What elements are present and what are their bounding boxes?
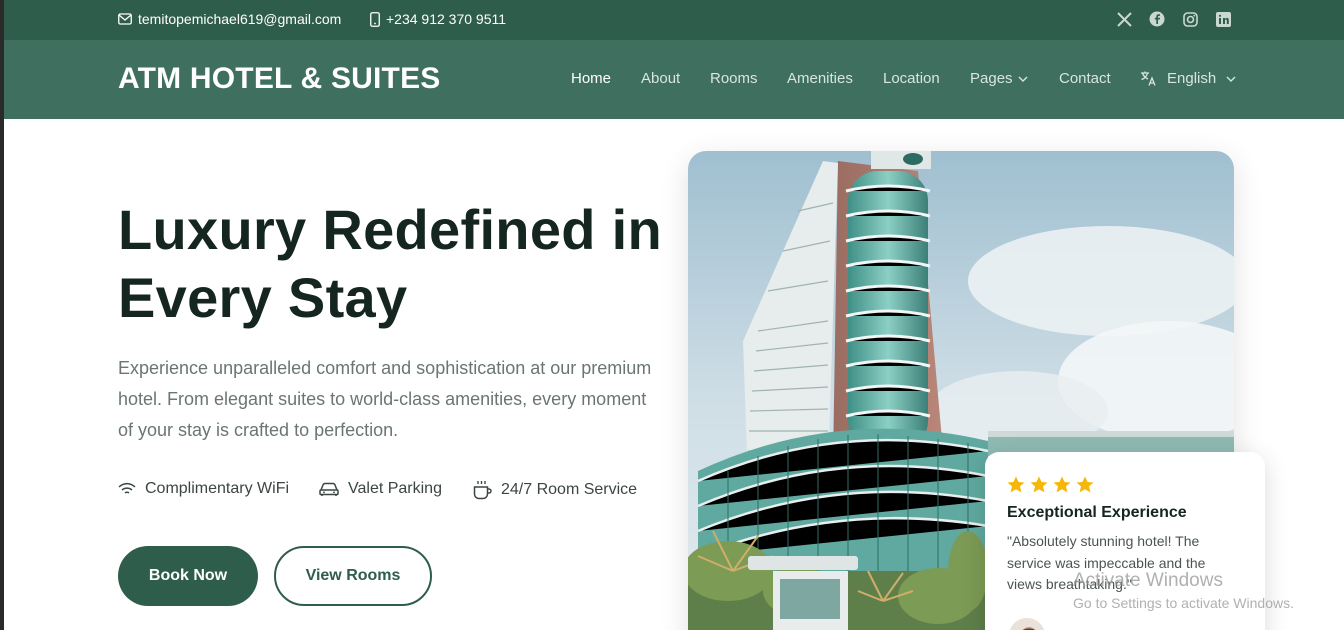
rating-stars — [1007, 476, 1243, 493]
page: temitopemichael619@gmail.com +234 912 37… — [4, 0, 1344, 630]
phone-link[interactable]: +234 912 370 9511 — [370, 11, 506, 27]
feature-parking-label: Valet Parking — [348, 480, 442, 497]
chevron-down-icon — [1018, 76, 1028, 82]
car-icon — [319, 482, 339, 496]
star-icon — [1007, 476, 1025, 493]
star-icon — [1076, 476, 1094, 493]
feature-wifi-label: Complimentary WiFi — [145, 480, 290, 497]
star-icon — [1053, 476, 1071, 493]
hero-title: Luxury Redefined in Every Stay — [118, 196, 678, 332]
nav-item-location[interactable]: Location — [883, 70, 940, 87]
language-label: English — [1167, 70, 1217, 87]
site-logo[interactable]: ATM HOTEL & SUITES — [118, 62, 441, 96]
hero-description: Experience unparalleled comfort and soph… — [118, 358, 652, 440]
feature-parking: Valet Parking — [319, 480, 442, 498]
hero-title-line-2: Every Stay — [118, 266, 408, 329]
facebook-icon[interactable] — [1149, 11, 1165, 27]
nav-item-pages[interactable]: Pages — [970, 70, 1028, 87]
translate-icon — [1141, 71, 1156, 86]
x-icon[interactable] — [1116, 11, 1132, 27]
feature-room-service: 24/7 Room Service — [473, 480, 637, 500]
book-now-button[interactable]: Book Now — [118, 546, 258, 606]
nav-item-contact[interactable]: Contact — [1059, 70, 1111, 87]
social-links — [1116, 11, 1231, 27]
view-rooms-button[interactable]: View Rooms — [274, 546, 432, 606]
nav-item-rooms[interactable]: Rooms — [710, 70, 758, 87]
nav-item-amenities[interactable]: Amenities — [787, 70, 853, 87]
phone-icon — [370, 11, 380, 27]
avatar — [1007, 616, 1047, 630]
nav-item-about[interactable]: About — [641, 70, 680, 87]
main-nav: ATM HOTEL & SUITES Home About Rooms Amen… — [4, 40, 1344, 119]
top-bar: temitopemichael619@gmail.com +234 912 37… — [4, 0, 1344, 40]
language-selector[interactable]: English — [1140, 70, 1236, 87]
email-link[interactable]: temitopemichael619@gmail.com — [118, 11, 341, 27]
linkedin-icon[interactable] — [1215, 11, 1231, 27]
review-title: Exceptional Experience — [1007, 504, 1187, 521]
phone-text: +234 912 370 9511 — [386, 11, 507, 27]
review-text: "Absolutely stunning hotel! The service … — [1007, 533, 1206, 592]
star-icon — [1030, 476, 1048, 493]
coffee-icon — [473, 481, 492, 500]
chevron-down-icon — [1226, 76, 1236, 82]
feature-wifi: Complimentary WiFi — [118, 480, 289, 498]
nav-item-home[interactable]: Home — [571, 70, 611, 87]
hero-title-line-1: Luxury Redefined in — [118, 198, 662, 261]
wifi-icon — [118, 482, 136, 494]
email-text: temitopemichael619@gmail.com — [138, 11, 342, 27]
feature-room-service-label: 24/7 Room Service — [501, 481, 638, 498]
instagram-icon[interactable] — [1182, 11, 1198, 27]
mail-icon — [118, 13, 132, 25]
review-card: Exceptional Experience "Absolutely stunn… — [985, 452, 1265, 630]
nav-item-pages-label: Pages — [970, 70, 1013, 87]
